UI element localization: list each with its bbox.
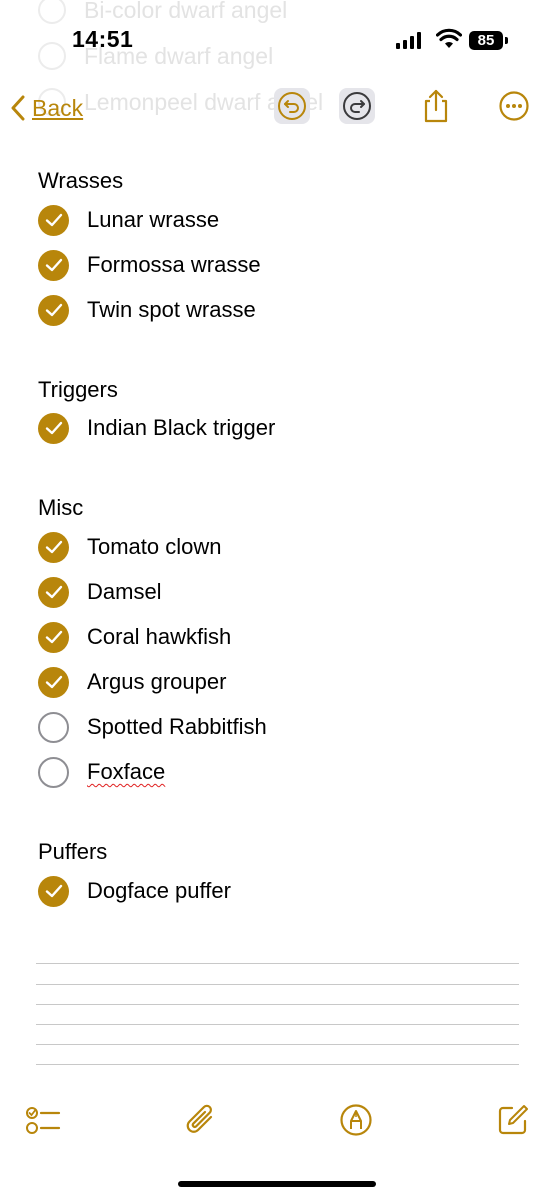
checklist-icon bbox=[26, 1107, 61, 1134]
unchecked-circle-icon[interactable] bbox=[38, 711, 69, 743]
ruled-line bbox=[36, 1024, 519, 1025]
checklist-item-label[interactable]: Argus grouper bbox=[87, 669, 226, 695]
section-heading[interactable]: Triggers bbox=[38, 377, 118, 403]
checklist-item[interactable]: Argus grouper bbox=[38, 666, 226, 698]
checked-circle-icon[interactable] bbox=[38, 531, 69, 563]
home-indicator[interactable] bbox=[178, 1181, 376, 1187]
checklist-item[interactable]: Dogface puffer bbox=[38, 875, 231, 907]
wifi-icon bbox=[436, 28, 462, 48]
checked-circle-icon[interactable] bbox=[38, 875, 69, 907]
redo-icon bbox=[343, 92, 371, 120]
compose-icon bbox=[498, 1105, 528, 1135]
checklist-item[interactable]: Damsel bbox=[38, 576, 162, 608]
checked-circle-icon[interactable] bbox=[38, 621, 69, 653]
checklist-item-label[interactable]: Dogface puffer bbox=[87, 878, 231, 904]
checklist-button[interactable] bbox=[25, 1102, 61, 1138]
battery-indicator: 85 bbox=[469, 31, 508, 50]
markup-pen-icon bbox=[340, 1104, 372, 1136]
more-button[interactable] bbox=[496, 88, 532, 124]
checklist-item[interactable]: Lunar wrasse bbox=[38, 204, 219, 236]
checked-circle-icon[interactable] bbox=[38, 204, 69, 236]
share-icon bbox=[424, 89, 448, 123]
checked-circle-icon[interactable] bbox=[38, 412, 69, 444]
ruled-line bbox=[36, 963, 519, 964]
section-heading[interactable]: Puffers bbox=[38, 839, 107, 865]
checklist-item-label[interactable]: Spotted Rabbitfish bbox=[87, 714, 267, 740]
checklist-item[interactable]: Foxface bbox=[38, 756, 165, 788]
status-bar: 14:51 85 bbox=[0, 0, 554, 80]
paperclip-icon bbox=[186, 1104, 213, 1133]
compose-button[interactable] bbox=[495, 1102, 531, 1138]
undo-button[interactable] bbox=[274, 88, 310, 124]
checklist-item-label[interactable]: Indian Black trigger bbox=[87, 415, 275, 441]
checklist-item[interactable]: Indian Black trigger bbox=[38, 412, 275, 444]
checklist-item-label[interactable]: Tomato clown bbox=[87, 534, 222, 560]
checked-circle-icon[interactable] bbox=[38, 294, 69, 326]
checked-circle-icon[interactable] bbox=[38, 666, 69, 698]
ruled-line bbox=[36, 1004, 519, 1005]
checked-circle-icon[interactable] bbox=[38, 249, 69, 281]
undo-icon bbox=[278, 92, 306, 120]
ruled-line bbox=[36, 984, 519, 985]
chevron-left-icon bbox=[11, 95, 25, 121]
checklist-item[interactable]: Tomato clown bbox=[38, 531, 222, 563]
section-heading[interactable]: Misc bbox=[38, 495, 83, 521]
attach-button[interactable] bbox=[183, 1102, 219, 1138]
checklist-item-label[interactable]: Formossa wrasse bbox=[87, 252, 261, 278]
checked-circle-icon[interactable] bbox=[38, 576, 69, 608]
ruled-line bbox=[36, 1064, 519, 1065]
more-icon bbox=[499, 91, 529, 121]
checklist-item[interactable]: Twin spot wrasse bbox=[38, 294, 256, 326]
checklist-item[interactable]: Coral hawkfish bbox=[38, 621, 231, 653]
checklist-item-label[interactable]: Twin spot wrasse bbox=[87, 297, 256, 323]
cellular-signal-icon bbox=[396, 31, 421, 49]
checklist-item-label[interactable]: Coral hawkfish bbox=[87, 624, 231, 650]
battery-level: 85 bbox=[477, 32, 495, 49]
checklist-item[interactable]: Spotted Rabbitfish bbox=[38, 711, 267, 743]
section-heading[interactable]: Wrasses bbox=[38, 168, 123, 194]
checklist-item-label[interactable]: Damsel bbox=[87, 579, 162, 605]
markup-button[interactable] bbox=[338, 1102, 374, 1138]
redo-button[interactable] bbox=[339, 88, 375, 124]
back-label: Back bbox=[32, 94, 84, 121]
checklist-item[interactable]: Formossa wrasse bbox=[38, 249, 261, 281]
unchecked-circle-icon[interactable] bbox=[38, 756, 69, 788]
share-button[interactable] bbox=[418, 88, 454, 124]
checklist-item-label[interactable]: Lunar wrasse bbox=[87, 207, 219, 233]
status-time: 14:51 bbox=[72, 26, 134, 52]
checklist-item-label[interactable]: Foxface bbox=[87, 759, 165, 785]
ruled-line bbox=[36, 1044, 519, 1045]
back-button[interactable]: Back bbox=[10, 90, 83, 126]
